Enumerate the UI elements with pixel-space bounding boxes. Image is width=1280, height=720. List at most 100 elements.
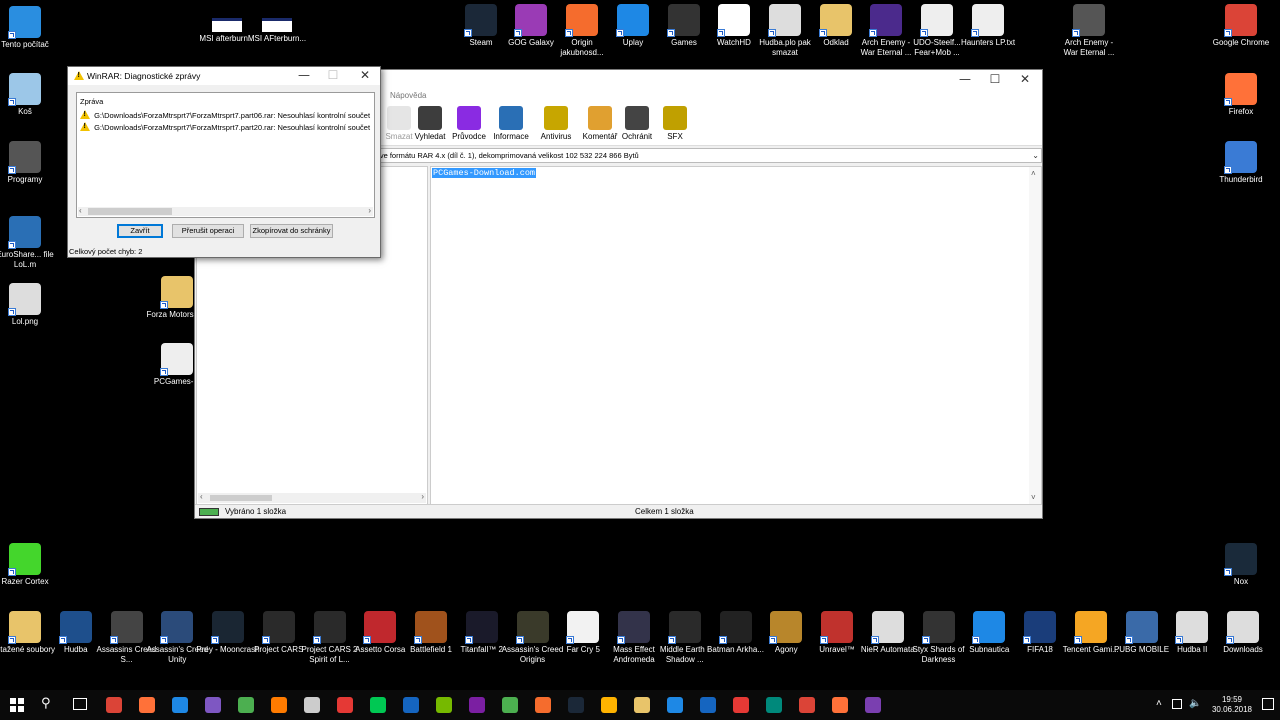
scroll-thumb[interactable] (210, 495, 272, 501)
radar-icon[interactable] (766, 697, 782, 713)
toolbar-button[interactable]: Informace (490, 106, 532, 141)
scroll-left-icon[interactable]: ‹ (200, 492, 203, 501)
toolbar-label: Vyhledat (414, 132, 446, 141)
game-assetto-corsa-icon (363, 611, 397, 644)
toolbar-label: Komentář (582, 132, 618, 141)
shortcut-arrow-icon (1224, 568, 1232, 576)
toolbar-button[interactable]: Komentář (579, 106, 621, 141)
tor-icon[interactable] (205, 697, 221, 713)
close-button[interactable]: ✕ (1010, 70, 1040, 90)
shortcut-arrow-icon (718, 636, 727, 644)
messenger-icon[interactable] (172, 697, 188, 713)
abort-operation-button[interactable]: Přerušit operaci (172, 224, 244, 238)
scroll-down-icon[interactable]: ˅ (1031, 493, 1036, 502)
firefox-icon[interactable] (139, 697, 155, 713)
steam-icon[interactable] (568, 697, 584, 713)
clock[interactable]: 19:59 30.06.2018 (1212, 695, 1252, 715)
firefox-icon[interactable] (832, 697, 848, 713)
desktop-icon[interactable]: Firefox (1208, 73, 1274, 117)
desktop-icon[interactable]: Google Chrome (1208, 4, 1274, 48)
programs-icon (8, 141, 41, 174)
message-list[interactable]: Zpráva G:\Downloads\ForzaMtrsprt7\ForzaM… (76, 92, 375, 218)
record-icon[interactable] (733, 697, 749, 713)
chrome-alt-icon[interactable] (238, 697, 254, 713)
antivirus-icon (544, 106, 568, 130)
search-icon[interactable]: ⚲ (41, 696, 51, 711)
maximize-button[interactable]: ☐ (980, 70, 1010, 90)
toolbar-button[interactable]: Ochránit (616, 106, 658, 141)
winrar-icon[interactable] (865, 697, 881, 713)
message-row[interactable]: G:\Downloads\ForzaMtrsprt7\ForzaMtrsprt7… (80, 121, 372, 132)
shortcut-arrow-icon (617, 636, 625, 644)
folder-icon (819, 4, 852, 37)
chrome-icon[interactable] (799, 697, 815, 713)
desktop-icon[interactable]: Arch Enemy - War Eternal ... (1056, 4, 1122, 58)
desktop-icon[interactable]: Koš (0, 73, 58, 117)
desktop-icon[interactable]: Thunderbird (1208, 141, 1274, 185)
notification-icon[interactable] (1262, 698, 1274, 710)
desktop-icon[interactable]: Downloads (1210, 611, 1276, 655)
text-file-icon (920, 4, 953, 37)
explorer-icon[interactable] (634, 697, 650, 713)
minimize-button[interactable]: — (289, 66, 319, 86)
volume-icon[interactable]: 🔈 (1189, 698, 1201, 709)
desktop-icon[interactable]: Haunters LP.txt (955, 4, 1021, 48)
desktop-icon[interactable]: Programy (0, 141, 58, 185)
scroll-left-icon[interactable]: ‹ (79, 206, 82, 215)
desktop-icon[interactable]: EuroShare... file LoL.m (0, 216, 58, 270)
utorrent-icon[interactable] (502, 697, 518, 713)
selected-file[interactable]: PCGames-Download.com (432, 168, 537, 178)
menu-help[interactable]: Nápověda (390, 91, 426, 100)
tree-hscroll[interactable]: ‹ › (198, 492, 426, 503)
chevron-up-icon[interactable]: ˄ (1156, 698, 1162, 709)
message-hscroll[interactable]: ‹ › (78, 206, 373, 216)
drive-icon[interactable] (199, 508, 219, 516)
chrome-icon (1224, 4, 1257, 37)
nvidia-icon[interactable] (436, 697, 452, 713)
toolbar-button[interactable]: Vyhledat (409, 106, 451, 141)
download-manager-icon[interactable] (469, 697, 485, 713)
status-bar: Vybráno 1 složka Celkem 1 složka (195, 504, 1042, 518)
scroll-thumb[interactable] (88, 208, 172, 215)
scroll-right-icon[interactable]: › (368, 206, 371, 215)
toolbar-button[interactable]: SFX (654, 106, 696, 141)
desktop-icon[interactable]: Nox (1208, 543, 1274, 587)
chrome-icon[interactable] (106, 697, 122, 713)
shortcut-arrow-icon (58, 636, 67, 644)
diagnostic-dialog: WinRAR: Diagnostické zprávy ☐ — ✕ Zpráva… (67, 66, 381, 258)
mpc-icon[interactable] (337, 697, 353, 713)
shortcut-arrow-icon (261, 636, 270, 644)
disc-icon[interactable] (304, 697, 320, 713)
toolbar-button[interactable]: Antivirus (535, 106, 577, 141)
desktop-icon[interactable]: Tento počítač (0, 6, 58, 50)
task-view-icon[interactable] (73, 698, 87, 710)
close-button[interactable]: ✕ (350, 66, 380, 86)
copy-to-clipboard-button[interactable]: Zkopírovat do schránky (250, 224, 333, 238)
list-vscroll[interactable]: ˄ ˅ (1029, 167, 1041, 504)
fs-icon[interactable] (403, 697, 419, 713)
scroll-up-icon[interactable]: ˄ (1031, 169, 1036, 178)
minimize-button[interactable]: — (950, 70, 980, 90)
start-button[interactable] (10, 698, 24, 712)
network-icon[interactable] (1172, 699, 1182, 709)
close-dialog-button[interactable]: Zavřít (117, 224, 163, 238)
toolbar-button[interactable]: Průvodce (448, 106, 490, 141)
file-list[interactable]: PCGames-Download.com ˄ ˅ (430, 166, 1042, 505)
message-row[interactable]: G:\Downloads\ForzaMtrsprt7\ForzaMtrsprt7… (80, 109, 372, 120)
music-icon (1175, 611, 1209, 644)
chevron-down-icon[interactable]: ⌄ (1032, 149, 1039, 162)
origin-icon[interactable] (535, 697, 551, 713)
desktop-icon[interactable]: Razer Cortex (0, 543, 58, 587)
shortcut-arrow-icon (869, 29, 877, 37)
avast-icon[interactable] (271, 697, 287, 713)
computer-icon (8, 6, 41, 39)
shortcut-arrow-icon (363, 636, 372, 644)
audition-icon[interactable] (370, 697, 386, 713)
scroll-right-icon[interactable]: › (421, 492, 424, 501)
dialog-titlebar[interactable]: WinRAR: Diagnostické zprávy ☐ — ✕ (68, 67, 380, 85)
store-icon[interactable] (667, 697, 683, 713)
desktop-icon[interactable]: MSI AFterburn... (244, 18, 310, 44)
desktop-icon[interactable]: Lol.png (0, 283, 58, 327)
save-icon[interactable] (700, 697, 716, 713)
bolt-icon[interactable] (601, 697, 617, 713)
